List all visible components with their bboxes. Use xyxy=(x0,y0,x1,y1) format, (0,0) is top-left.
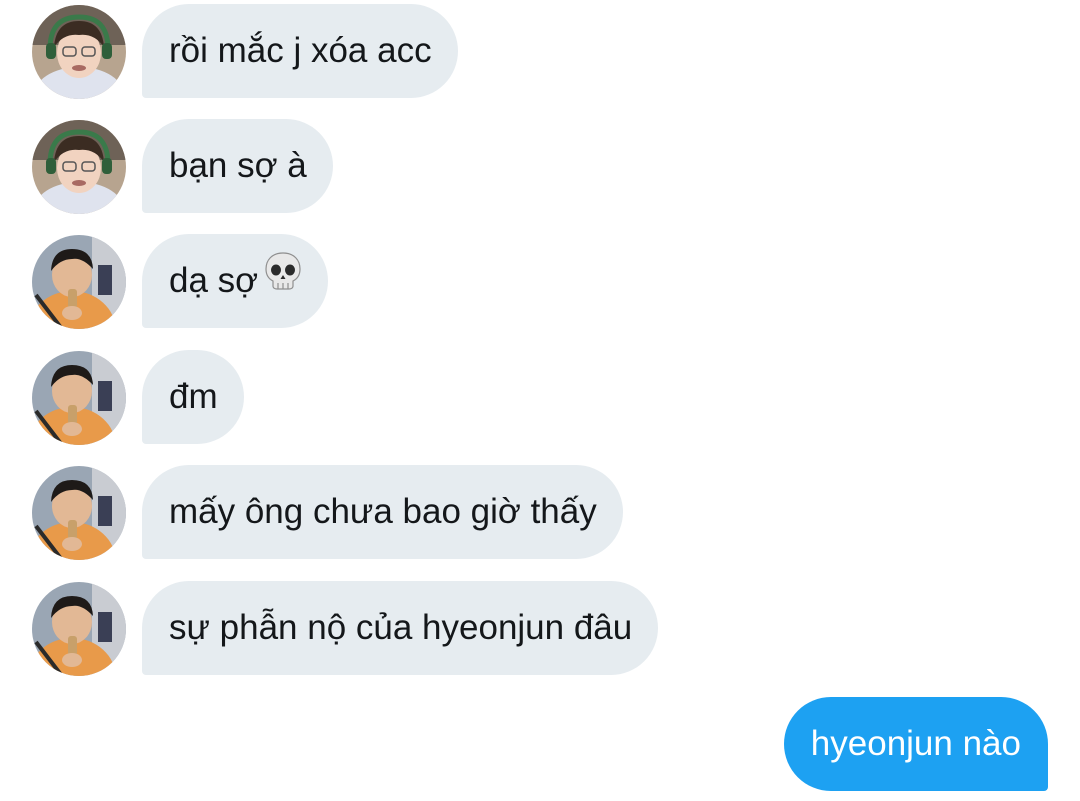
avatar[interactable] xyxy=(32,351,126,445)
outgoing-message-bubble[interactable]: hyeonjun nào xyxy=(783,697,1048,791)
avatar-b-image xyxy=(32,582,126,676)
avatar[interactable] xyxy=(32,5,126,99)
message-row: bạn sợ à xyxy=(0,119,1080,215)
avatar-b-image xyxy=(32,235,126,329)
avatar-a-image xyxy=(32,120,126,214)
avatar-a-image xyxy=(32,5,126,99)
message-row: đm xyxy=(0,350,1080,446)
skull-icon xyxy=(264,233,302,327)
incoming-message-bubble[interactable]: đm xyxy=(142,350,244,444)
incoming-message-bubble[interactable]: dạ sợ xyxy=(142,233,329,328)
message-text: bạn sợ à xyxy=(169,146,307,185)
avatar[interactable] xyxy=(32,466,126,560)
message-text: rồi mắc j xóa acc xyxy=(169,31,432,70)
message-row: dạ sợ xyxy=(0,234,1080,330)
avatar[interactable] xyxy=(32,582,126,676)
message-text: đm xyxy=(169,377,218,416)
message-row: sự phẫn nộ của hyeonjun đâu xyxy=(0,581,1080,677)
message-text: mấy ông chưa bao giờ thấy xyxy=(169,492,597,531)
incoming-message-bubble[interactable]: bạn sợ à xyxy=(142,119,333,213)
message-text: sự phẫn nộ của hyeonjun đâu xyxy=(169,608,633,647)
avatar[interactable] xyxy=(32,235,126,329)
message-thread: rồi mắc j xóa acc bạn sợ à dạ sợ đm mấy … xyxy=(0,0,1080,801)
avatar-b-image xyxy=(32,351,126,445)
message-row: rồi mắc j xóa acc xyxy=(0,4,1080,100)
message-text: dạ sợ xyxy=(169,261,259,300)
avatar[interactable] xyxy=(32,120,126,214)
incoming-message-bubble[interactable]: rồi mắc j xóa acc xyxy=(142,4,458,98)
incoming-message-bubble[interactable]: mấy ông chưa bao giờ thấy xyxy=(142,465,623,559)
message-row: mấy ông chưa bao giờ thấy xyxy=(0,465,1080,561)
avatar-b-image xyxy=(32,466,126,560)
incoming-message-bubble[interactable]: sự phẫn nộ của hyeonjun đâu xyxy=(142,581,659,675)
message-text: hyeonjun nào xyxy=(810,724,1021,763)
